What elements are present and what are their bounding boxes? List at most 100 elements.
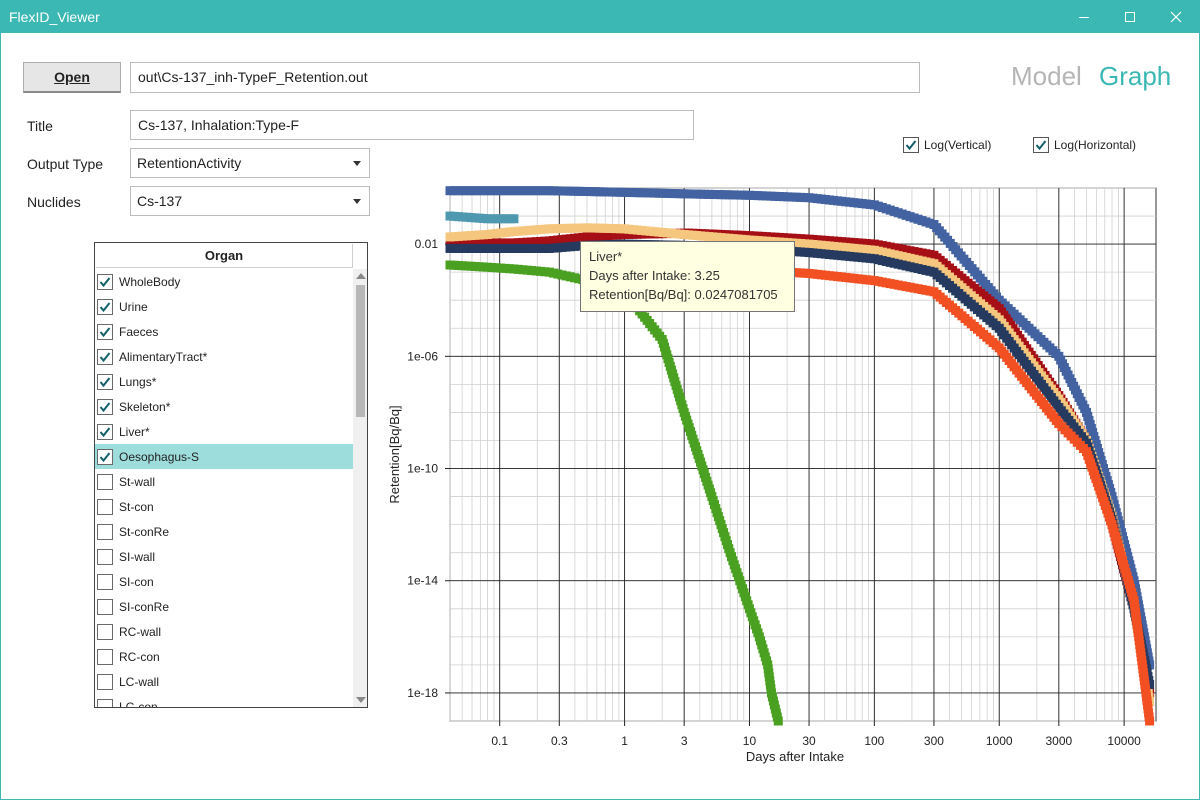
file-path-input[interactable]: out\Cs-137_inh-TypeF_Retention.out <box>130 62 920 93</box>
checkbox-checked-icon <box>903 137 919 153</box>
checkbox-unchecked-icon[interactable] <box>97 573 113 590</box>
organ-list-item[interactable]: SI-conRe <box>95 594 353 619</box>
organ-item-label: WholeBody <box>119 274 181 289</box>
x-tick-label: 10 <box>743 734 757 748</box>
log-vertical-checkbox[interactable]: Log(Vertical) <box>903 137 991 153</box>
organ-list-item[interactable]: SI-con <box>95 569 353 594</box>
organ-list-item[interactable]: St-conRe <box>95 519 353 544</box>
app-window: FlexID_Viewer Open out\Cs-137_inh-TypeF_… <box>0 0 1200 800</box>
organ-list-item[interactable]: Skeleton* <box>95 394 353 419</box>
checkbox-checked-icon[interactable] <box>97 323 113 340</box>
plot-area <box>449 187 1157 722</box>
y-axis-label: Retention[Bq/Bq] <box>387 405 402 503</box>
checkbox-checked-icon[interactable] <box>97 448 113 465</box>
organ-list-item[interactable]: Urine <box>95 294 353 319</box>
organ-list-scrollbar[interactable] <box>353 269 367 707</box>
organ-item-label: Liver* <box>119 424 150 439</box>
organ-list: WholeBody Urine Faeces AlimentaryTract* Lung… <box>95 269 353 708</box>
data-point[interactable] <box>773 716 783 726</box>
checkbox-unchecked-icon[interactable] <box>97 473 113 490</box>
checkbox-unchecked-icon[interactable] <box>97 548 113 565</box>
title-label: Title <box>27 118 53 134</box>
checkbox-checked-icon[interactable] <box>97 398 113 415</box>
organ-item-label: St-conRe <box>119 524 170 539</box>
organ-list-item[interactable]: WholeBody <box>95 269 353 294</box>
organ-list-item[interactable]: RC-con <box>95 644 353 669</box>
nuclides-select[interactable]: Cs-137 <box>130 186 370 216</box>
checkbox-unchecked-icon[interactable] <box>97 698 113 707</box>
organ-list-item[interactable]: RC-wall <box>95 619 353 644</box>
checkbox-unchecked-icon[interactable] <box>97 598 113 615</box>
organ-item-label: LC-wall <box>119 674 160 689</box>
organ-item-label: Faeces <box>119 324 159 339</box>
x-tick-label: 3000 <box>1045 734 1072 748</box>
checkbox-unchecked-icon[interactable] <box>97 623 113 640</box>
log-horizontal-checkbox[interactable]: Log(Horizontal) <box>1033 137 1136 153</box>
checkbox-unchecked-icon[interactable] <box>97 498 113 515</box>
organ-item-label: AlimentaryTract* <box>119 349 208 364</box>
organ-item-label: St-con <box>119 499 154 514</box>
organ-list-item[interactable]: Faeces <box>95 319 353 344</box>
organ-item-label: St-wall <box>119 474 156 489</box>
organ-list-item[interactable]: St-wall <box>95 469 353 494</box>
organ-list-item[interactable]: LC-con <box>95 694 353 708</box>
data-point[interactable] <box>509 214 519 224</box>
organ-item-label: Lungs* <box>119 374 157 389</box>
close-button[interactable] <box>1153 1 1199 33</box>
organ-item-label: RC-con <box>119 649 160 664</box>
chevron-down-icon <box>353 161 361 166</box>
data-point[interactable] <box>1145 716 1155 726</box>
checkbox-checked-icon <box>1033 137 1049 153</box>
maximize-button[interactable] <box>1107 1 1153 33</box>
window-title: FlexID_Viewer <box>9 9 100 25</box>
organ-list-item[interactable]: AlimentaryTract* <box>95 344 353 369</box>
x-tick-label: 1 <box>621 734 628 748</box>
checkbox-checked-icon[interactable] <box>97 423 113 440</box>
tooltip-y-value: Retention[Bq/Bq]: 0.0247081705 <box>589 287 778 302</box>
organ-item-label: SI-con <box>119 574 154 589</box>
x-tick-label: 1000 <box>986 734 1013 748</box>
output-type-value: RetentionActivity <box>137 155 242 171</box>
nav-model-tab[interactable]: Model <box>1011 61 1082 92</box>
organ-list-item[interactable]: LC-wall <box>95 669 353 694</box>
close-icon <box>1170 11 1182 23</box>
x-tick-label: 10000 <box>1107 734 1141 748</box>
data-point-tooltip: Liver* Days after Intake: 3.25 Retention… <box>580 241 795 312</box>
checkbox-unchecked-icon[interactable] <box>97 523 113 540</box>
scroll-down-icon[interactable] <box>356 697 366 703</box>
organ-list-item[interactable]: Liver* <box>95 419 353 444</box>
checkbox-unchecked-icon[interactable] <box>97 648 113 665</box>
organ-item-label: RC-wall <box>119 624 161 639</box>
open-button[interactable]: Open <box>23 62 121 93</box>
organ-column-header[interactable]: Organ <box>96 244 353 268</box>
nuclides-value: Cs-137 <box>137 193 183 209</box>
organ-item-label: LC-con <box>119 699 158 708</box>
organ-list-item[interactable]: St-con <box>95 494 353 519</box>
organ-list-item[interactable]: Lungs* <box>95 369 353 394</box>
y-tick-label: 1e-14 <box>407 574 438 588</box>
checkbox-checked-icon[interactable] <box>97 298 113 315</box>
tooltip-x-value: Days after Intake: 3.25 <box>589 268 720 283</box>
checkbox-checked-icon[interactable] <box>97 273 113 290</box>
output-type-select[interactable]: RetentionActivity <box>130 148 370 178</box>
organ-item-label: Urine <box>119 299 148 314</box>
checkbox-checked-icon[interactable] <box>97 373 113 390</box>
y-tick-label: 1e-10 <box>407 462 438 476</box>
checkbox-checked-icon[interactable] <box>97 348 113 365</box>
checkbox-unchecked-icon[interactable] <box>97 673 113 690</box>
organ-item-label: SI-conRe <box>119 599 170 614</box>
title-bar: FlexID_Viewer <box>1 1 1199 33</box>
x-tick-label: 0.1 <box>491 734 508 748</box>
x-tick-label: 100 <box>864 734 884 748</box>
maximize-icon <box>1125 12 1135 22</box>
minimize-button[interactable] <box>1061 1 1107 33</box>
scroll-thumb[interactable] <box>356 285 365 417</box>
x-axis-label: Days after Intake <box>746 749 844 764</box>
scroll-up-icon[interactable] <box>356 273 366 279</box>
organ-list-item[interactable]: Oesophagus-S <box>95 444 353 469</box>
output-type-label: Output Type <box>27 156 104 172</box>
organ-item-label: SI-wall <box>119 549 156 564</box>
organ-list-item[interactable]: SI-wall <box>95 544 353 569</box>
nav-graph-tab[interactable]: Graph <box>1099 61 1171 92</box>
title-input[interactable]: Cs-137, Inhalation:Type-F <box>130 110 694 140</box>
